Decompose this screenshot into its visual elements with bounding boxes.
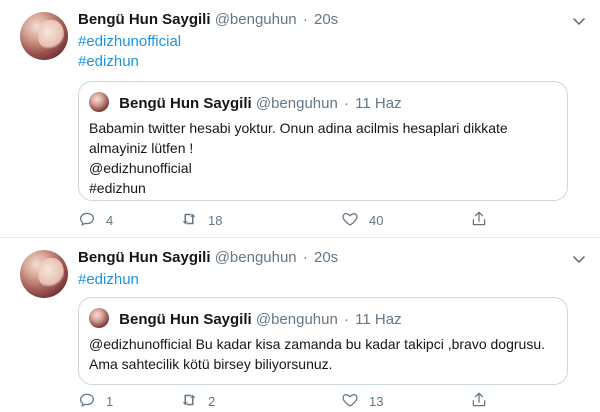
timestamp: 11 Haz bbox=[355, 95, 402, 112]
like-count: 13 bbox=[369, 393, 384, 409]
share-button[interactable] bbox=[470, 391, 488, 411]
retweet-icon bbox=[180, 210, 198, 231]
avatar bbox=[89, 308, 109, 328]
timestamp[interactable]: 20s bbox=[314, 11, 338, 28]
author-name: Bengü Hun Saygili bbox=[119, 311, 252, 328]
avatar[interactable] bbox=[20, 12, 68, 60]
chevron-down-icon[interactable] bbox=[572, 252, 586, 264]
tweet-actions: 1 2 13 bbox=[78, 391, 498, 411]
retweet-button[interactable]: 18 bbox=[180, 210, 222, 230]
heart-icon bbox=[341, 391, 359, 412]
reply-count: 4 bbox=[106, 212, 114, 228]
tweet[interactable]: Bengü Hun Saygili @benguhun · 20s #edizh… bbox=[0, 238, 600, 411]
quoted-tweet-header: Bengü Hun Saygili @benguhun · 11 Haz bbox=[89, 92, 402, 112]
separator: · bbox=[344, 311, 349, 328]
reply-button[interactable]: 1 bbox=[78, 391, 113, 411]
author-name[interactable]: Bengü Hun Saygili bbox=[78, 11, 211, 28]
tweet-header: Bengü Hun Saygili @benguhun · 20s bbox=[78, 248, 338, 268]
reply-button[interactable]: 4 bbox=[78, 210, 113, 230]
reply-icon bbox=[78, 210, 96, 231]
quoted-text-line: @edizhunofficial bbox=[89, 160, 192, 176]
avatar bbox=[89, 92, 109, 112]
author-name[interactable]: Bengü Hun Saygili bbox=[78, 249, 211, 266]
quoted-text-line: #edizhun bbox=[89, 180, 146, 196]
author-handle: @benguhun bbox=[255, 311, 338, 328]
quoted-text-line: Ama sahtecilik kötü birsey biliyorsunuz. bbox=[89, 356, 333, 372]
separator: · bbox=[302, 249, 308, 266]
timestamp[interactable]: 20s bbox=[314, 249, 338, 266]
quoted-tweet-header: Bengü Hun Saygili @benguhun · 11 Haz bbox=[89, 308, 402, 328]
share-icon bbox=[470, 391, 488, 412]
separator: · bbox=[344, 95, 349, 112]
quoted-tweet-text: Babamin twitter hesabi yoktur. Onun adin… bbox=[89, 118, 559, 198]
separator: · bbox=[302, 11, 308, 28]
tweet-actions: 4 18 40 bbox=[78, 210, 498, 230]
hashtag-link[interactable]: #edizhun bbox=[78, 52, 181, 72]
retweet-button[interactable]: 2 bbox=[180, 391, 215, 411]
share-button[interactable] bbox=[470, 210, 488, 230]
quoted-text-line: almayiniz lütfen ! bbox=[89, 140, 194, 156]
retweet-count: 2 bbox=[208, 393, 216, 409]
tweet[interactable]: Bengü Hun Saygili @benguhun · 20s #edizh… bbox=[0, 0, 600, 238]
heart-icon bbox=[341, 210, 359, 231]
share-icon bbox=[470, 210, 488, 231]
hashtag-link[interactable]: #edizhunofficial bbox=[78, 32, 181, 52]
quoted-tweet[interactable]: Bengü Hun Saygili @benguhun · 11 Haz Bab… bbox=[78, 81, 568, 201]
author-name: Bengü Hun Saygili bbox=[119, 95, 252, 112]
avatar[interactable] bbox=[20, 250, 68, 298]
timestamp: 11 Haz bbox=[355, 311, 402, 328]
author-handle[interactable]: @benguhun bbox=[215, 249, 297, 266]
quoted-text-line: @edizhunofficial Bu kadar kisa zamanda b… bbox=[89, 336, 545, 352]
tweet-header: Bengü Hun Saygili @benguhun · 20s bbox=[78, 10, 338, 30]
tweet-text: #edizhunofficial #edizhun bbox=[78, 32, 181, 72]
like-count: 40 bbox=[369, 212, 384, 228]
retweet-icon bbox=[180, 391, 198, 412]
chevron-down-icon[interactable] bbox=[572, 14, 586, 26]
author-handle: @benguhun bbox=[255, 95, 338, 112]
reply-icon bbox=[78, 391, 96, 412]
tweet-text: #edizhun bbox=[78, 270, 139, 290]
quoted-tweet[interactable]: Bengü Hun Saygili @benguhun · 11 Haz @ed… bbox=[78, 297, 568, 385]
author-handle[interactable]: @benguhun bbox=[215, 11, 297, 28]
quoted-text-line: Babamin twitter hesabi yoktur. Onun adin… bbox=[89, 120, 508, 136]
quoted-tweet-text: @edizhunofficial Bu kadar kisa zamanda b… bbox=[89, 334, 559, 374]
like-button[interactable]: 40 bbox=[341, 210, 383, 230]
reply-count: 1 bbox=[106, 393, 114, 409]
like-button[interactable]: 13 bbox=[341, 391, 383, 411]
hashtag-link[interactable]: #edizhun bbox=[78, 270, 139, 290]
retweet-count: 18 bbox=[208, 212, 223, 228]
